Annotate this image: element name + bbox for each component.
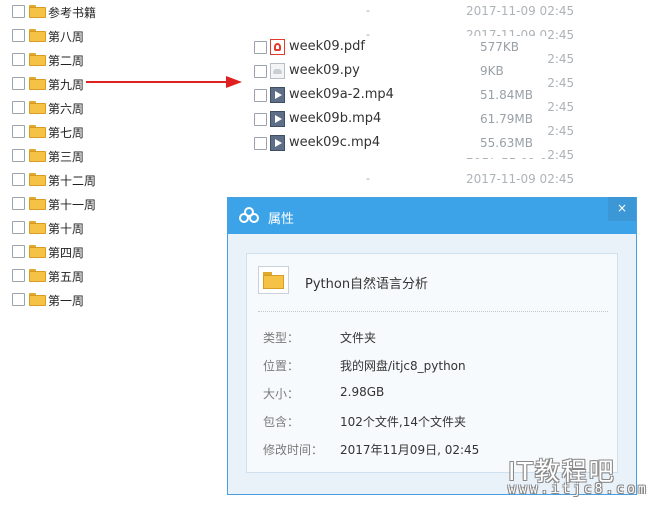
- row-checkbox[interactable]: [12, 77, 25, 90]
- file-size: 55.63MB: [480, 136, 533, 150]
- watermark-url: www.itjc8.com: [508, 482, 649, 497]
- video-icon: [270, 87, 285, 103]
- row-checkbox[interactable]: [254, 137, 267, 150]
- file-row[interactable]: week09.pdf 577KB: [248, 36, 548, 60]
- prop-label-contains: 包含：: [263, 415, 300, 429]
- row-checkbox[interactable]: [12, 197, 25, 210]
- close-button[interactable]: ×: [608, 197, 636, 221]
- prop-value-modified: 2017年11月09日, 02:45: [340, 443, 480, 457]
- folder-name[interactable]: 第十二周: [48, 172, 96, 189]
- folder-name[interactable]: 第十周: [48, 220, 84, 237]
- folder-icon: [29, 269, 46, 282]
- row-checkbox[interactable]: [12, 149, 25, 162]
- video-icon: [270, 135, 285, 151]
- file-size: 51.84MB: [480, 88, 533, 102]
- video-icon: [270, 111, 285, 127]
- prop-label-modified: 修改时间：: [263, 443, 324, 457]
- python-file-icon: [270, 63, 285, 79]
- row-checkbox[interactable]: [254, 65, 267, 78]
- file-row[interactable]: week09b.mp4 61.79MB: [248, 108, 548, 132]
- row-checkbox[interactable]: [12, 245, 25, 258]
- file-row[interactable]: week09c.mp4 55.63MB: [248, 132, 548, 156]
- file-row[interactable]: week09a-2.mp4 51.84MB: [248, 84, 548, 108]
- folder-icon: [29, 101, 46, 114]
- folder-name[interactable]: 第一周: [48, 292, 84, 309]
- dialog-title: 属性: [268, 212, 295, 227]
- prop-value-size: 2.98GB: [340, 385, 385, 399]
- row-checkbox[interactable]: [254, 41, 267, 54]
- file-name[interactable]: week09.py: [289, 63, 360, 78]
- file-size: 9KB: [480, 64, 504, 78]
- folder-icon: [258, 266, 289, 294]
- row-checkbox[interactable]: [12, 221, 25, 234]
- folder-icon: [29, 173, 46, 186]
- row-checkbox[interactable]: [12, 53, 25, 66]
- file-row[interactable]: week09.py 9KB: [248, 60, 548, 84]
- folder-icon: [29, 125, 46, 138]
- folder-name[interactable]: 第十一周: [48, 196, 96, 213]
- folder-title: Python自然语言分析: [305, 277, 429, 292]
- red-arrow-annotation: [86, 76, 242, 88]
- properties-dialog: 属性 × Python自然语言分析 类型： 文件夹 位置： 我的网盘/itjc8…: [227, 197, 637, 495]
- file-list-panel: week09.pdf 577KB week09.py 9KB week09a-2…: [248, 36, 548, 158]
- file-name[interactable]: week09a-2.mp4: [289, 87, 394, 102]
- row-checkbox[interactable]: [12, 269, 25, 282]
- folder-size: -: [366, 4, 370, 17]
- folder-icon: [29, 77, 46, 90]
- folder-name[interactable]: 第七周: [48, 124, 84, 141]
- folder-name[interactable]: 参考书籍: [48, 4, 96, 21]
- folder-icon: [29, 149, 46, 162]
- row-checkbox[interactable]: [12, 173, 25, 186]
- file-name[interactable]: week09b.mp4: [289, 111, 381, 126]
- divider: [258, 311, 608, 312]
- prop-value-contains: 102个文件,14个文件夹: [340, 415, 466, 429]
- folder-icon: [29, 221, 46, 234]
- folder-name[interactable]: 第八周: [48, 28, 84, 45]
- file-size: 61.79MB: [480, 112, 533, 126]
- folder-name[interactable]: 第六周: [48, 100, 84, 117]
- folder-icon: [29, 5, 46, 18]
- folder-name[interactable]: 第九周: [48, 76, 84, 93]
- dialog-titlebar[interactable]: 属性: [228, 198, 636, 234]
- folder-size: -: [366, 172, 370, 185]
- properties-panel: Python自然语言分析 类型： 文件夹 位置： 我的网盘/itjc8_pyth…: [246, 253, 618, 473]
- folder-icon: [29, 53, 46, 66]
- prop-label-type: 类型：: [263, 331, 300, 345]
- folder-icon: [29, 29, 46, 42]
- folder-name[interactable]: 第五周: [48, 268, 84, 285]
- folder-name[interactable]: 第三周: [48, 148, 84, 165]
- folder-date: 2017-11-09 02:45: [466, 4, 575, 18]
- file-name[interactable]: week09c.mp4: [289, 135, 380, 150]
- row-checkbox[interactable]: [12, 5, 25, 18]
- prop-value-type: 文件夹: [340, 331, 377, 345]
- folder-date: 2017-11-09 02:45: [466, 172, 575, 186]
- baidu-cloud-icon: [239, 207, 259, 225]
- row-checkbox[interactable]: [12, 29, 25, 42]
- prop-value-location: 我的网盘/itjc8_python: [340, 359, 466, 373]
- row-checkbox[interactable]: [254, 113, 267, 126]
- folder-icon: [29, 293, 46, 306]
- row-checkbox[interactable]: [12, 293, 25, 306]
- folder-icon: [29, 245, 46, 258]
- file-size: 577KB: [480, 40, 520, 54]
- arrow-head: [226, 76, 242, 88]
- pdf-icon: [270, 39, 285, 55]
- prop-label-location: 位置：: [263, 359, 300, 373]
- row-checkbox[interactable]: [254, 89, 267, 102]
- folder-row[interactable]: 第十二周 - 2017-11-09 02:45: [0, 168, 650, 192]
- folder-row[interactable]: 参考书籍 - 2017-11-09 02:45: [0, 0, 650, 24]
- prop-label-size: 大小：: [263, 387, 300, 401]
- folder-name[interactable]: 第二周: [48, 52, 84, 69]
- file-name[interactable]: week09.pdf: [289, 39, 365, 54]
- row-checkbox[interactable]: [12, 101, 25, 114]
- folder-name[interactable]: 第四周: [48, 244, 84, 261]
- row-checkbox[interactable]: [12, 125, 25, 138]
- folder-icon: [29, 197, 46, 210]
